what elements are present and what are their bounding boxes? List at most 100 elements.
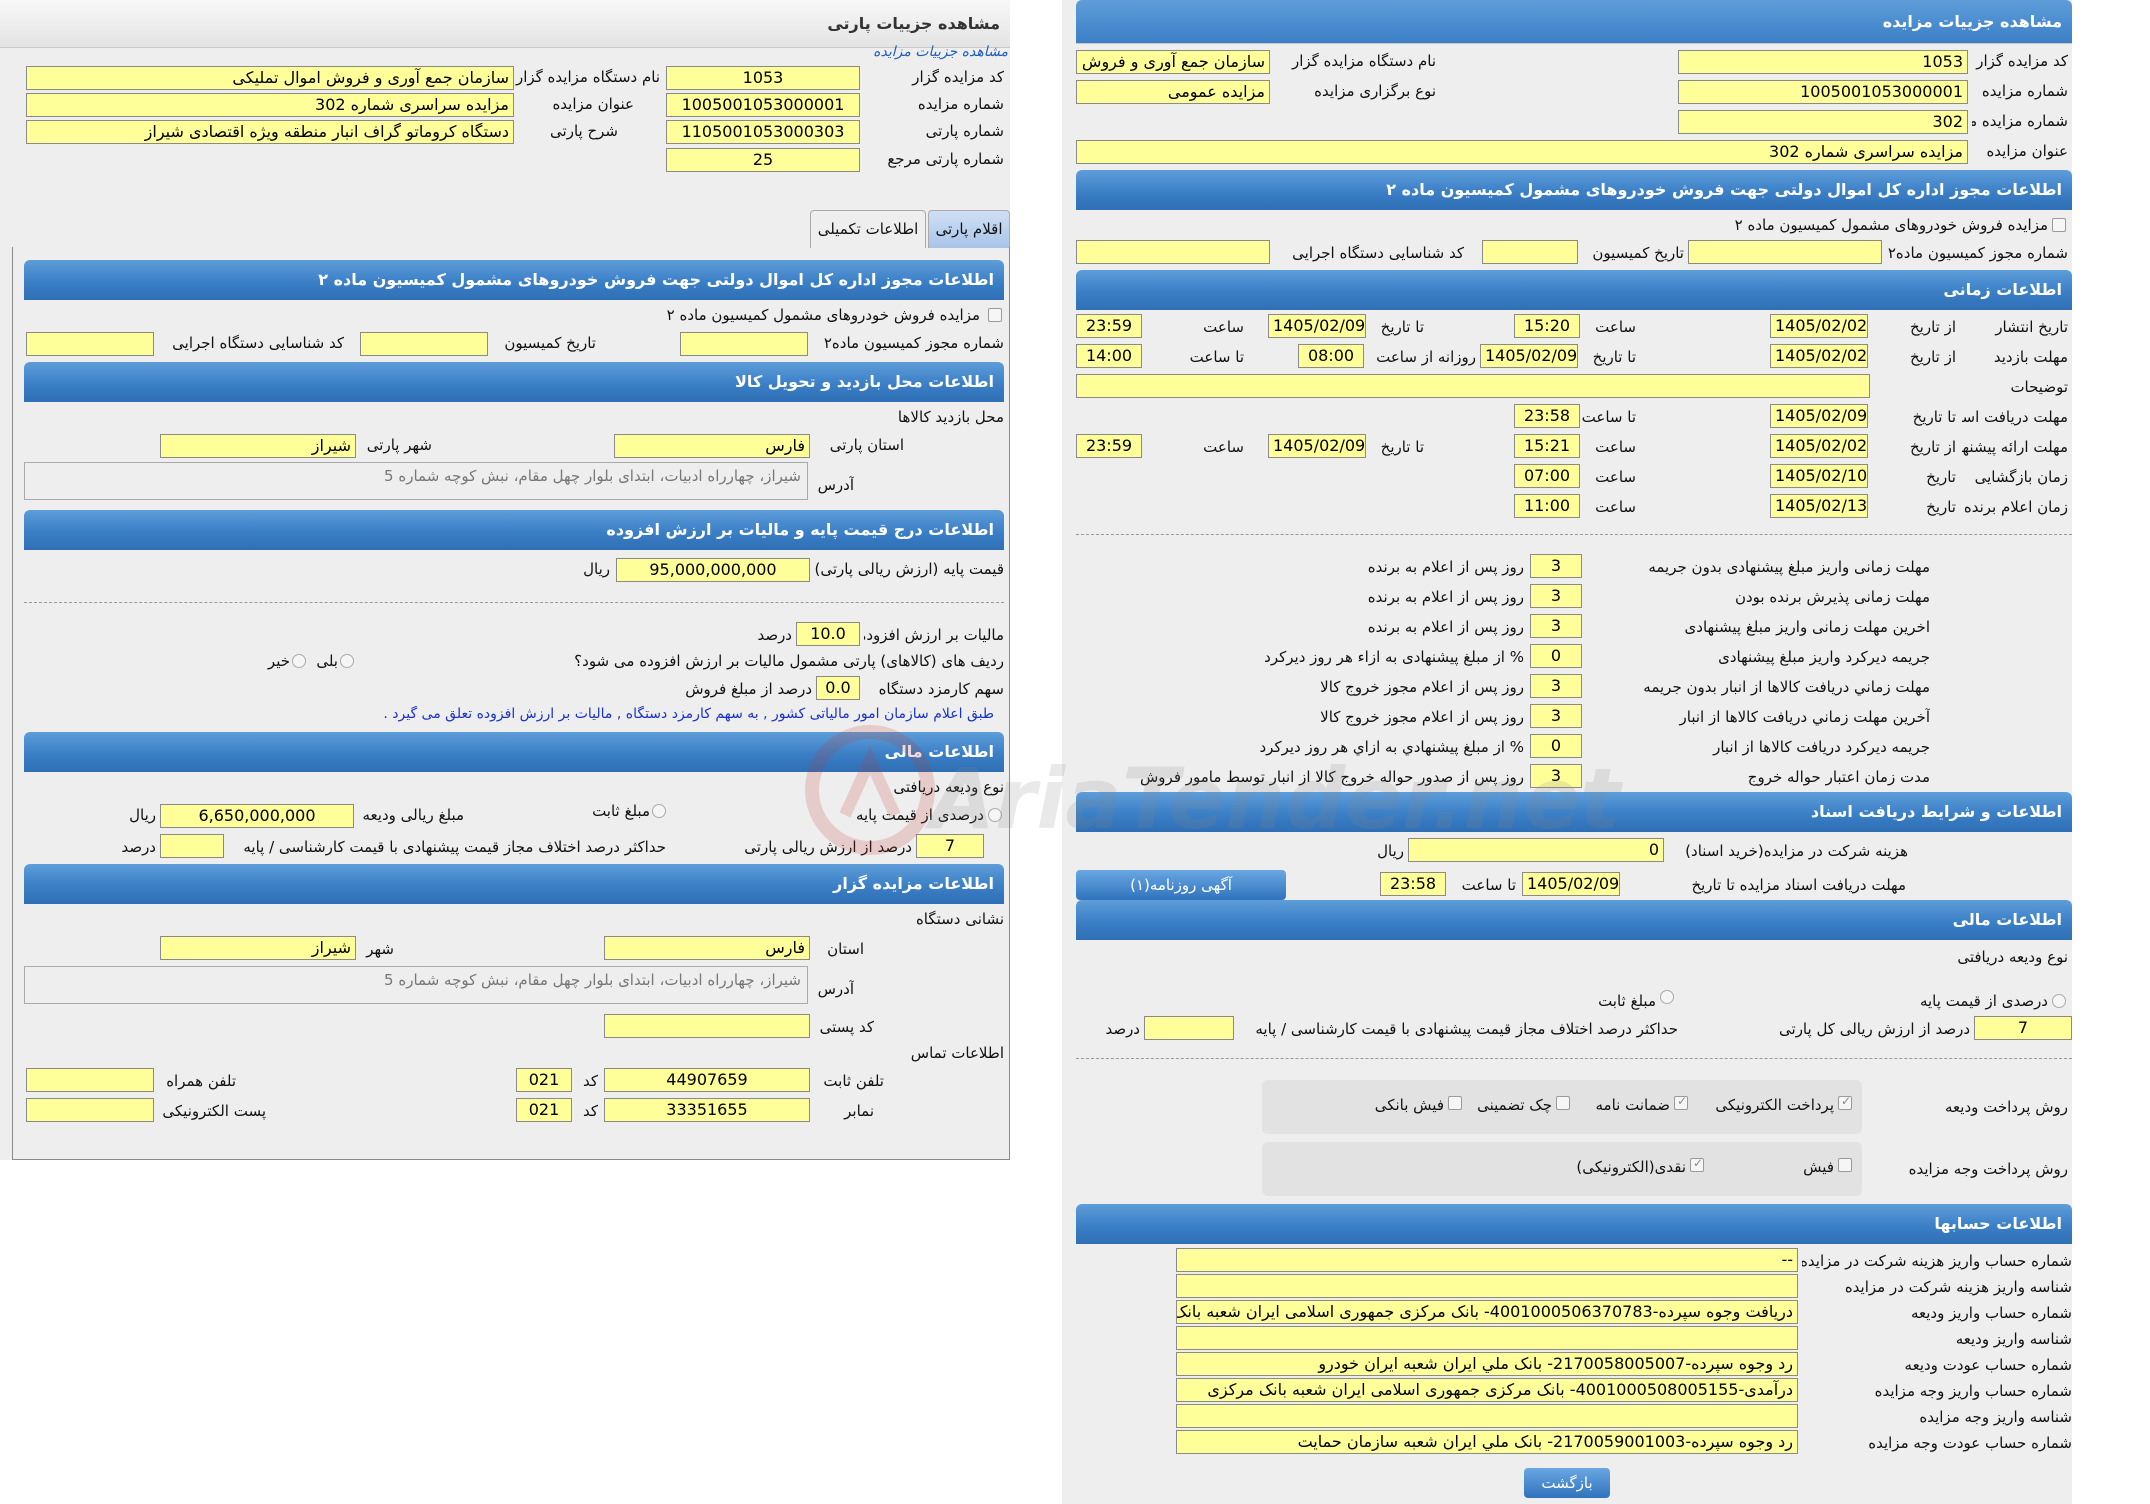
visit-address-field: شیراز، چهارراه ادبیات، ابتدای بلوار چهل … xyxy=(24,462,808,500)
pay-guarantee-checkbox[interactable] xyxy=(1674,1096,1688,1110)
visit-from-field: 1405/02/02 xyxy=(1770,344,1868,368)
visit-province-label: استان پارتی xyxy=(829,436,904,454)
deadline-field: 3 xyxy=(1530,554,1582,578)
pay-electronic-checkbox[interactable] xyxy=(1838,1096,1852,1110)
vat-question: ردیف های (کالاهای) پارتی مشمول مالیات بر… xyxy=(574,652,1004,670)
permit-section-header: اطلاعات مجوز اداره کل اموال دولتی جهت فر… xyxy=(1076,170,2072,210)
auction-no-field: 1005001053000001 xyxy=(666,93,860,117)
fax-label: نمابر xyxy=(844,1102,874,1120)
newspaper-ad-button[interactable]: آگهی روزنامه(۱) xyxy=(1076,870,1286,900)
fax-code-field: 021 xyxy=(516,1098,572,1122)
email-label: پست الکترونیکی xyxy=(162,1102,266,1120)
org-address-title: نشانی دستگاه xyxy=(915,910,1004,928)
financial-section-header: اطلاعات مالی xyxy=(1076,900,2072,940)
deposit-percent-radio[interactable] xyxy=(988,808,1002,822)
back-button[interactable]: بازگشت xyxy=(1524,1468,1610,1498)
offer-label: مهلت ارائه پیشنهاد xyxy=(1962,438,2068,456)
deposit-percent-label: درصدی از قیمت پایه xyxy=(1919,992,2048,1010)
accounts-section-header: اطلاعات حسابها xyxy=(1076,1204,2072,1244)
postal-label: کد پستی xyxy=(819,1018,874,1036)
org-label: نام دستگاه مزایده گزار xyxy=(515,68,660,86)
description-field xyxy=(1076,374,1870,398)
docs-deadline-label: مهلت دریافت اسناد xyxy=(1962,408,2068,426)
account-label: شناسه واریز ودیعه xyxy=(1955,1330,2072,1348)
ref-field: 302 xyxy=(1678,110,1968,134)
permit-no-field xyxy=(680,332,808,356)
auction-pay-slip-label: فیش xyxy=(1803,1158,1834,1176)
visit-to-field: 1405/02/09 xyxy=(1480,344,1578,368)
offer-time1-field: 15:21 xyxy=(1514,434,1580,458)
deadline-label: مدت زمان اعتبار حواله خروج xyxy=(1747,768,1930,786)
account-field xyxy=(1176,1404,1798,1428)
pay-bank-slip-label: فیش بانکی xyxy=(1374,1096,1444,1114)
deposit-fixed-radio[interactable] xyxy=(1660,990,1674,1004)
vat-yes-radio[interactable] xyxy=(340,654,354,668)
car-auction-checkbox[interactable] xyxy=(988,308,1002,322)
pay-cheque-checkbox[interactable] xyxy=(1556,1096,1570,1110)
deadline-field: 0 xyxy=(1530,734,1582,758)
deadline-field: 3 xyxy=(1530,614,1582,638)
org-field: سازمان جمع آوری و فروش اموال تملیکی xyxy=(26,66,514,90)
tab-party-items[interactable]: اقلام پارتی xyxy=(928,210,1010,248)
account-label: شماره حساب واریز وجه مزایده xyxy=(1874,1382,2072,1400)
publish-label: تاریخ انتشار xyxy=(1995,318,2068,336)
opening-label: زمان بازگشایی xyxy=(1974,468,2068,486)
account-label: شماره حساب واریز هزینه شرکت در مزایده xyxy=(1802,1252,2072,1270)
deadline-field: 0 xyxy=(1530,644,1582,668)
deposit-fixed-label: مبلغ ثابت xyxy=(592,802,650,820)
auction-details-panel: مشاهده جزییات مزایده کد مزایده گزار 1053… xyxy=(1062,0,2072,1504)
permit-date-label: تاریخ کمیسیون xyxy=(504,334,596,352)
org-province-field: فارس xyxy=(604,936,810,960)
deadline-suffix: روز پس از اعلام مجوز خروج كالا xyxy=(1320,678,1524,696)
deposit-percent-radio[interactable] xyxy=(2052,994,2066,1008)
time-section-header: اطلاعات زمانی xyxy=(1076,270,2072,310)
car-auction-label: مزایده فروش خودروهای مشمول کمیسیون ماده … xyxy=(666,306,980,324)
pay-bank-slip-checkbox[interactable] xyxy=(1448,1096,1462,1110)
code-field: 1053 xyxy=(1678,50,1968,74)
code-label: کد مزایده گزار xyxy=(1976,52,2068,70)
docs-to-label: تا تاریخ xyxy=(1912,408,1956,426)
auction-pay-slip-checkbox[interactable] xyxy=(1838,1158,1852,1172)
mobile-label: تلفن همراه xyxy=(166,1072,236,1090)
offer-time2-field: 23:59 xyxy=(1076,434,1142,458)
deposit-fixed-radio[interactable] xyxy=(652,804,666,818)
postal-field xyxy=(604,1014,810,1038)
opening-date-label: تاریخ xyxy=(1926,468,1956,486)
visit-place-label: محل بازدید کالاها xyxy=(897,408,1004,426)
winner-date-label: تاریخ xyxy=(1926,498,1956,516)
code-label: کد مزایده گزار xyxy=(912,68,1004,86)
account-field: رد وجوه سپرده-2170059001003- بانک ملي اي… xyxy=(1176,1430,1798,1454)
visit-label: مهلت بازدید xyxy=(1993,348,2068,366)
permit-no-label: شماره مجوز کمیسیون ماده۲ xyxy=(823,334,1004,352)
pay-electronic-label: پرداخت الکترونیکی xyxy=(1715,1096,1834,1114)
winner-date-field: 1405/02/13 xyxy=(1770,494,1868,518)
deadline-field: 3 xyxy=(1530,704,1582,728)
divider xyxy=(1076,1058,2072,1059)
breadcrumb-link[interactable]: مشاهده جزییات مزایده xyxy=(708,44,1008,60)
deadline-field: 3 xyxy=(1530,674,1582,698)
deadline-suffix: روز پس از اعلام به برنده xyxy=(1367,588,1524,606)
page-title: مشاهده جزییات مزایده xyxy=(1076,0,2072,44)
publish-from-label: از تاریخ xyxy=(1909,318,1956,336)
desc-field: دستگاه کروماتو گراف انبار منطقه ویژه اقت… xyxy=(26,120,514,144)
mobile-field xyxy=(26,1068,154,1092)
party-no-label: شماره پارتی xyxy=(925,122,1004,140)
org-field: سازمان جمع آوری و فروش xyxy=(1076,50,1270,74)
auction-pay-cash-checkbox[interactable] xyxy=(1690,1158,1704,1172)
doc-deadline-field: 1405/02/09 xyxy=(1522,872,1620,896)
financial-section-header: اطلاعات مالی xyxy=(24,732,1004,772)
publish-time2-label: ساعت xyxy=(1203,318,1244,336)
deadline-label: جريمه ديركرد دريافت كالاها از انبار xyxy=(1713,738,1930,756)
vat-no-radio[interactable] xyxy=(292,654,306,668)
deposit-amount-unit: ریال xyxy=(129,806,156,824)
max-diff-field xyxy=(1144,1016,1234,1040)
deadline-suffix: % از مبلغ پیشنهادی به ازاء هر روز دیرکرد xyxy=(1264,648,1524,666)
deadline-field: 3 xyxy=(1530,764,1582,788)
deadline-label: مهلت زماني دريافت كالاها از انبار بدون ج… xyxy=(1643,678,1930,696)
doc-fee-field: 0 xyxy=(1408,838,1664,862)
tab-extra-info[interactable]: اطلاعات تکمیلی xyxy=(810,210,926,248)
car-auction-checkbox[interactable] xyxy=(2052,218,2066,232)
publish-time1-label: ساعت xyxy=(1595,318,1636,336)
fax-code-label: کد xyxy=(582,1102,598,1120)
docs-time-field: 23:58 xyxy=(1514,404,1580,428)
